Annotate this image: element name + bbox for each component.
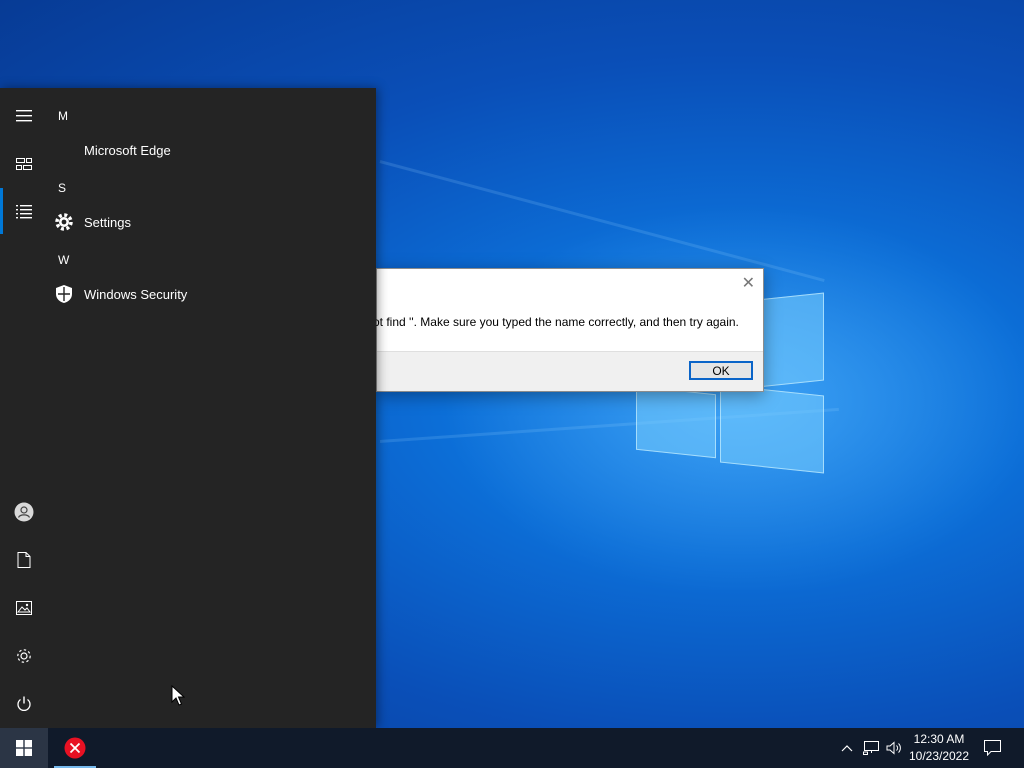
dialog-footer: OK [377, 351, 763, 391]
user-icon[interactable] [0, 488, 48, 536]
mouse-cursor [171, 685, 185, 706]
app-settings[interactable]: Settings [50, 206, 370, 238]
all-apps-list-icon[interactable] [0, 188, 48, 236]
tiles-icon[interactable] [0, 140, 48, 188]
show-hidden-icons-chevron-up-icon[interactable] [838, 728, 856, 768]
shield-icon [50, 284, 78, 304]
app-windows-security[interactable]: Windows Security [50, 278, 370, 310]
power-icon[interactable] [0, 680, 48, 728]
ok-button[interactable]: OK [689, 361, 753, 380]
windows-icon [16, 740, 32, 756]
taskbar-app-error[interactable] [54, 728, 96, 768]
start-menu: M Microsoft Edge S Settings W Windows Se… [0, 88, 376, 728]
group-letter[interactable]: W [58, 253, 69, 267]
clock-date: 10/23/2022 [908, 749, 970, 763]
hamburger-icon[interactable] [0, 92, 48, 140]
taskbar: 12:30 AM 10/23/2022 [0, 728, 1024, 768]
documents-icon[interactable] [0, 536, 48, 584]
network-icon[interactable] [860, 728, 882, 768]
taskbar-clock[interactable]: 12:30 AM 10/23/2022 [904, 731, 974, 765]
app-label: Windows Security [84, 286, 188, 302]
group-letter[interactable]: S [58, 181, 66, 195]
dialog-message: ot find ''. Make sure you typed the name… [373, 315, 739, 329]
error-dialog: ✕ ot find ''. Make sure you typed the na… [373, 268, 764, 392]
action-center-notification-icon[interactable] [978, 728, 1006, 768]
volume-icon[interactable] [884, 728, 904, 768]
app-microsoft-edge[interactable]: Microsoft Edge [50, 134, 370, 166]
group-letter[interactable]: M [58, 109, 68, 123]
start-rail [0, 88, 48, 728]
start-button[interactable] [0, 728, 48, 768]
settings-icon[interactable] [0, 632, 48, 680]
gear-icon [50, 212, 78, 232]
app-label: Settings [84, 214, 131, 230]
clock-time: 12:30 AM [913, 732, 965, 746]
app-label: Microsoft Edge [84, 142, 171, 158]
close-icon[interactable]: ✕ [742, 273, 755, 293]
error-icon [64, 737, 86, 759]
pictures-icon[interactable] [0, 584, 48, 632]
